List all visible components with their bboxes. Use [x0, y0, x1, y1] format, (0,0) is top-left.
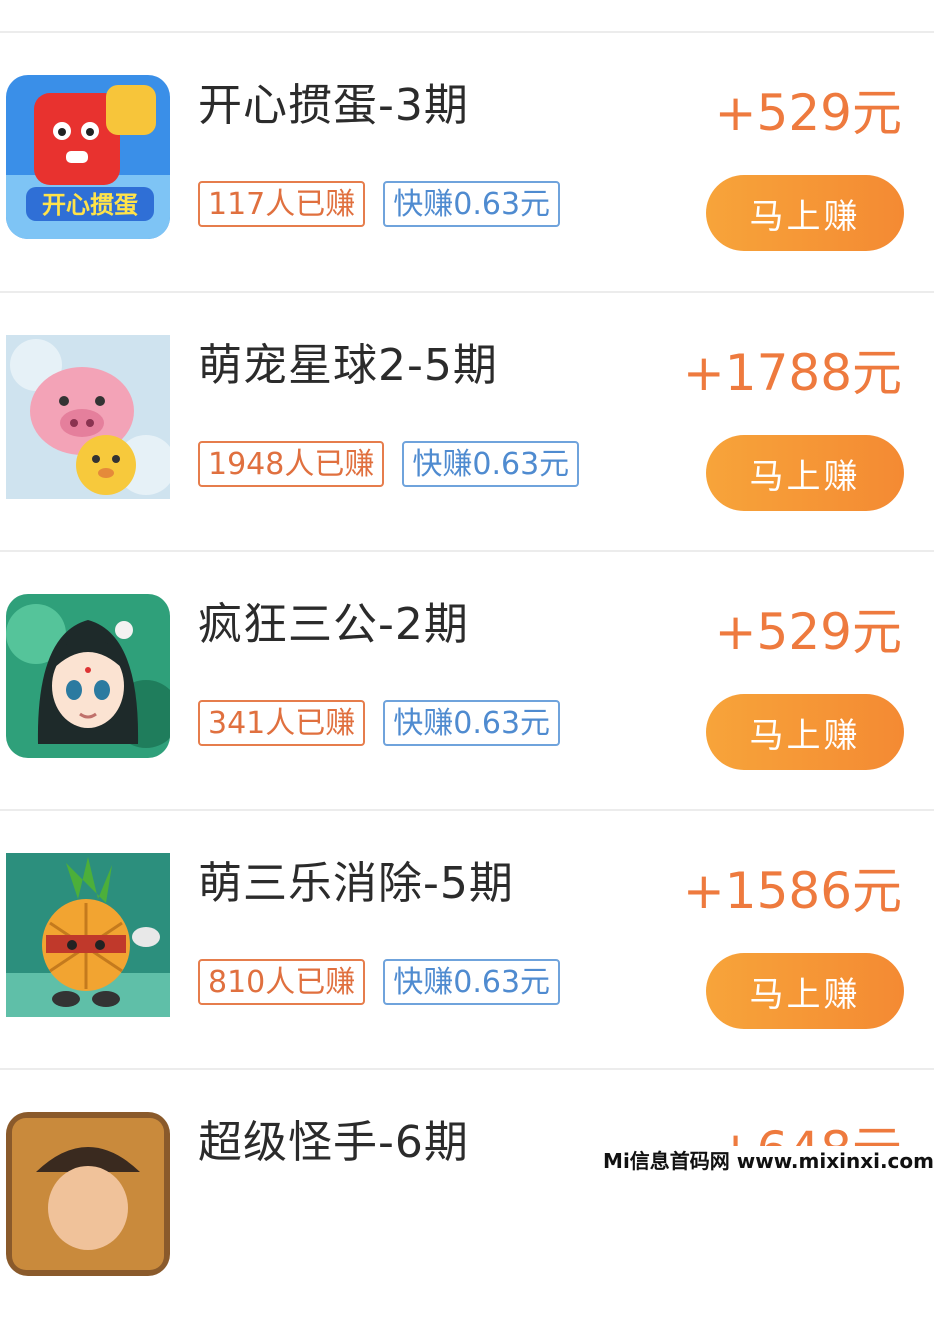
reward-amount: +1586元 — [682, 862, 902, 920]
list-item[interactable]: 萌三乐消除-5期 810人已赚 快赚0.63元 +1586元 马上赚 — [0, 811, 940, 1069]
list-item[interactable]: 超级怪手-6期 +648元 — [0, 1070, 940, 1328]
task-title: 开心掼蛋-3期 — [198, 80, 469, 131]
task-tags: 810人已赚 快赚0.63元 — [198, 959, 561, 1005]
task-title: 萌宠星球2-5期 — [198, 340, 498, 391]
list-item[interactable]: 疯狂三公-2期 341人已赚 快赚0.63元 +529元 马上赚 — [0, 552, 940, 810]
candy-block-game-icon[interactable]: 开心掼蛋 — [6, 75, 170, 239]
list-item[interactable]: 萌宠星球2-5期 1948人已赚 快赚0.63元 +1788元 马上赚 — [0, 293, 940, 551]
quick-earn-badge: 快赚0.63元 — [383, 700, 561, 746]
task-title: 萌三乐消除-5期 — [198, 858, 514, 909]
earned-count-badge: 1948人已赚 — [198, 441, 385, 487]
quick-earn-badge: 快赚0.63元 — [383, 181, 561, 227]
svg-text:开心掼蛋: 开心掼蛋 — [42, 191, 138, 219]
reward-amount: +529元 — [714, 84, 902, 142]
earned-count-badge: 117人已赚 — [198, 181, 366, 227]
anime-girl-game-icon[interactable] — [6, 594, 170, 758]
task-list: 开心掼蛋 开心掼蛋-3期 117人已赚 快赚0.63元 +529元 马上赚 萌宠… — [0, 0, 940, 1276]
pet-pig-game-icon[interactable] — [6, 335, 170, 499]
reward-amount: +529元 — [714, 603, 902, 661]
pirate-game-icon[interactable] — [6, 1112, 170, 1276]
earned-count-badge: 341人已赚 — [198, 700, 366, 746]
earn-now-button[interactable]: 马上赚 — [706, 953, 904, 1029]
earn-now-button[interactable]: 马上赚 — [706, 435, 904, 511]
earn-now-button[interactable]: 马上赚 — [706, 175, 904, 251]
quick-earn-badge: 快赚0.63元 — [383, 959, 561, 1005]
task-title: 疯狂三公-2期 — [198, 599, 469, 650]
list-item[interactable]: 开心掼蛋 开心掼蛋-3期 117人已赚 快赚0.63元 +529元 马上赚 — [0, 33, 940, 291]
watermark: Mi信息首码网 www.mixinxi.com — [597, 1146, 940, 1176]
task-tags: 341人已赚 快赚0.63元 — [198, 700, 561, 746]
reward-amount: +1788元 — [682, 344, 902, 402]
task-tags: 117人已赚 快赚0.63元 — [198, 181, 561, 227]
task-tags: 1948人已赚 快赚0.63元 — [198, 441, 580, 487]
task-title: 超级怪手-6期 — [198, 1117, 469, 1168]
pineapple-warrior-game-icon[interactable] — [6, 853, 170, 1017]
earn-now-button[interactable]: 马上赚 — [706, 694, 904, 770]
earned-count-badge: 810人已赚 — [198, 959, 366, 1005]
quick-earn-badge: 快赚0.63元 — [402, 441, 580, 487]
